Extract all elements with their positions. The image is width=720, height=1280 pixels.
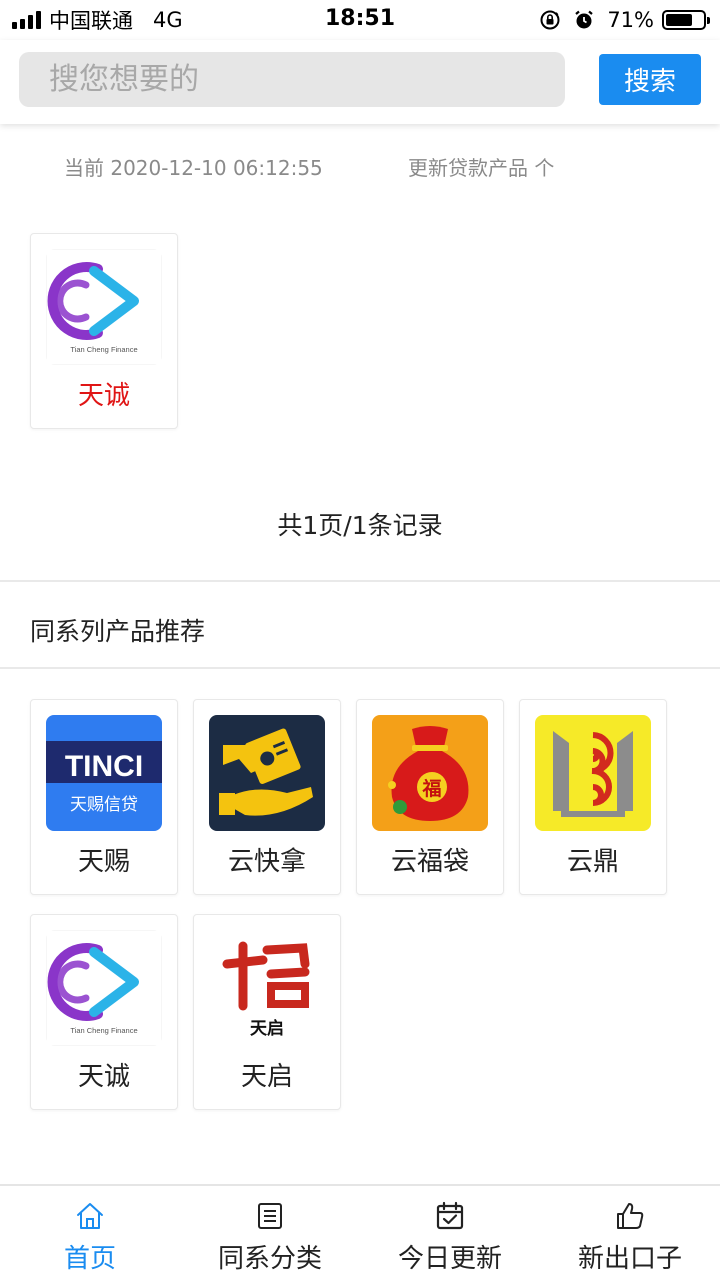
recommend-card-tianqi[interactable]: 天启 天启: [193, 914, 341, 1110]
battery-percent: 71%: [607, 8, 654, 32]
home-icon: [77, 1203, 103, 1229]
tinci-logo-text: TINCI: [65, 750, 143, 783]
yunfudai-logo-text: 福: [421, 777, 441, 800]
recommend-name: 天诚: [77, 1062, 130, 1092]
info-row: 当前 2020-12-10 06:12:55 更新贷款产品 个: [0, 148, 720, 180]
section-title: 同系列产品推荐: [30, 617, 206, 646]
recommend-name: 云鼎: [566, 847, 619, 877]
list-icon: [258, 1203, 282, 1229]
recommend-card-tiancheng[interactable]: Tian Cheng Finance 天诚: [30, 914, 178, 1110]
recommend-card-yunkuaina[interactable]: 云快拿: [193, 699, 341, 895]
tiancheng-logo: Tian Cheng Finance: [46, 930, 162, 1046]
tinci-logo: TINCI 天赐信贷: [46, 715, 162, 831]
recommend-name: 云快拿: [227, 847, 306, 877]
status-right: 71%: [539, 6, 710, 34]
tinci-logo-subtext: 天赐信贷: [70, 795, 138, 815]
nav-label: 同系分类: [217, 1244, 322, 1274]
nav-today[interactable]: 今日更新: [360, 1186, 540, 1280]
divider: [0, 580, 720, 582]
tiancheng-logo-text: Tian Cheng Finance: [70, 1026, 137, 1035]
recommend-name: 天启: [240, 1062, 293, 1092]
alarm-icon: [575, 10, 594, 29]
rotation-lock-icon: [540, 10, 560, 30]
nav-category[interactable]: 同系分类: [180, 1186, 360, 1280]
calendar-check-icon: [436, 1201, 464, 1230]
bottom-nav: 首页 同系分类 今日更新 新出口子: [0, 1184, 720, 1280]
tiancheng-logo-text: Tian Cheng Finance: [70, 345, 137, 354]
yunkuaina-logo: [209, 715, 325, 831]
search-button[interactable]: 搜索: [599, 54, 701, 105]
search-input[interactable]: [19, 52, 565, 107]
recommend-card-yunfudai[interactable]: 福 云福袋: [356, 699, 504, 895]
recommend-name: 天赐: [77, 847, 130, 877]
tiancheng-logo: Tian Cheng Finance: [46, 249, 162, 365]
nav-label: 首页: [63, 1244, 116, 1274]
result-card-tiancheng[interactable]: Tian Cheng Finance 天诚: [30, 233, 178, 429]
status-bar: 中国联通 4G 18:51 71%: [0, 0, 720, 40]
tianqi-logo-text: 天启: [250, 1018, 284, 1039]
nav-label: 今日更新: [397, 1244, 502, 1274]
divider: [0, 667, 720, 669]
nav-home[interactable]: 首页: [0, 1186, 180, 1280]
yunding-logo: [535, 715, 651, 831]
battery-icon: [662, 10, 710, 30]
nav-new[interactable]: 新出口子: [540, 1186, 720, 1280]
tianqi-logo: 天启: [209, 930, 325, 1046]
recommend-card-yunding[interactable]: 云鼎: [519, 699, 667, 895]
update-count-text: 更新贷款产品 个: [408, 156, 555, 180]
recommend-card-tianci[interactable]: TINCI 天赐信贷 天赐: [30, 699, 178, 895]
pagination-text: 共1页/1条记录: [277, 511, 443, 540]
yunfudai-logo: 福: [372, 715, 488, 831]
result-name: 天诚: [77, 381, 130, 411]
current-time-text: 当前 2020-12-10 06:12:55: [64, 156, 323, 180]
thumbs-up-icon: [617, 1203, 644, 1229]
nav-label: 新出口子: [577, 1244, 682, 1274]
recommend-name: 云福袋: [390, 847, 469, 877]
search-header: 搜索: [0, 40, 720, 124]
